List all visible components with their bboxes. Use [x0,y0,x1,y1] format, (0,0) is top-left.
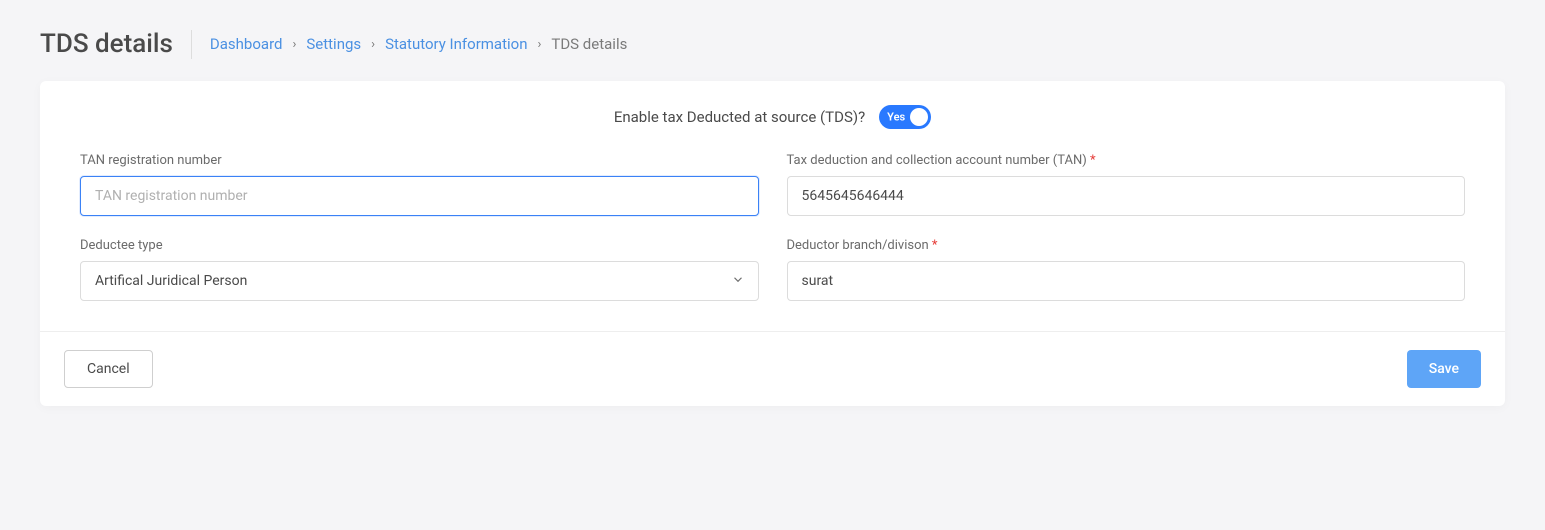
toggle-knob [910,108,928,126]
tan-account-input[interactable] [787,176,1466,216]
card-footer: Cancel Save [40,331,1505,406]
deductee-type-label: Deductee type [80,238,759,253]
tan-account-label-text: Tax deduction and collection account num… [787,153,1091,168]
required-mark: * [932,238,938,253]
breadcrumb-statutory-information[interactable]: Statutory Information [385,35,527,53]
tan-reg-field: TAN registration number [80,153,759,216]
form-grid: TAN registration number Tax deduction an… [80,153,1465,301]
deductee-type-field: Deductee type [80,238,759,301]
page-title: TDS details [40,30,192,59]
breadcrumb-current: TDS details [551,35,627,53]
cancel-button[interactable]: Cancel [64,350,153,388]
enable-tds-label: Enable tax Deducted at source (TDS)? [614,108,865,126]
form-card: Enable tax Deducted at source (TDS)? Yes… [40,81,1505,406]
required-mark: * [1090,153,1096,168]
deductor-branch-input[interactable] [787,261,1466,301]
tan-account-label: Tax deduction and collection account num… [787,153,1466,168]
enable-tds-row: Enable tax Deducted at source (TDS)? Yes [80,105,1465,129]
chevron-right-icon: › [292,37,296,52]
breadcrumb-settings[interactable]: Settings [306,35,361,53]
deductee-type-select[interactable] [80,261,759,301]
toggle-state-text: Yes [887,110,905,123]
breadcrumb-dashboard[interactable]: Dashboard [210,35,283,53]
chevron-right-icon: › [537,37,541,52]
chevron-right-icon: › [371,37,375,52]
breadcrumb: Dashboard › Settings › Statutory Informa… [210,35,627,53]
deductor-branch-field: Deductor branch/divison * [787,238,1466,301]
header: TDS details Dashboard › Settings › Statu… [40,30,1505,59]
enable-tds-toggle[interactable]: Yes [879,105,931,129]
save-button[interactable]: Save [1407,350,1481,388]
deductor-branch-label-text: Deductor branch/divison [787,238,932,253]
deductee-type-select-wrap [80,261,759,301]
tan-account-field: Tax deduction and collection account num… [787,153,1466,216]
tan-reg-input[interactable] [80,176,759,216]
deductor-branch-label: Deductor branch/divison * [787,238,1466,253]
card-body: Enable tax Deducted at source (TDS)? Yes… [40,81,1505,331]
tan-reg-label: TAN registration number [80,153,759,168]
